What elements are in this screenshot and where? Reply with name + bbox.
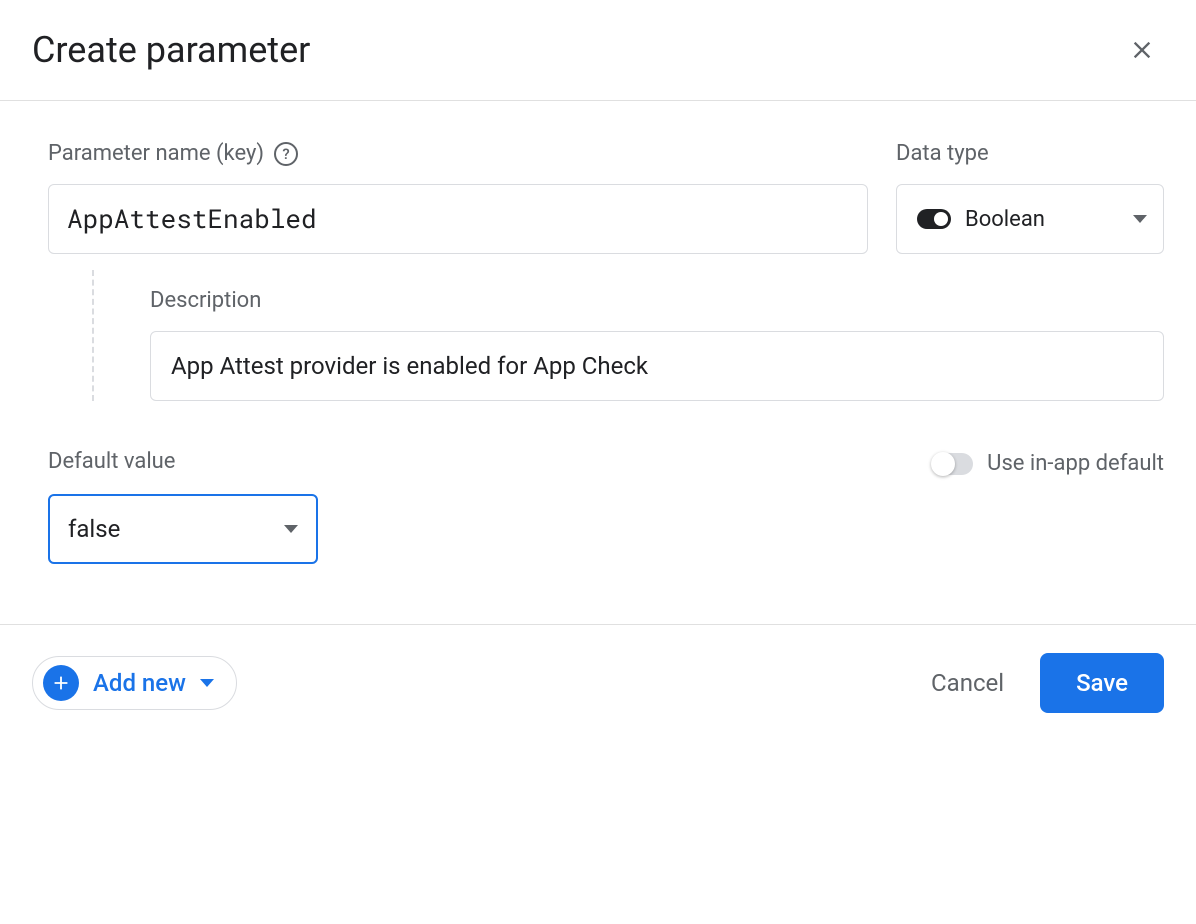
description-input[interactable] bbox=[150, 331, 1164, 401]
add-new-button[interactable]: Add new bbox=[32, 656, 237, 710]
chevron-down-icon bbox=[200, 679, 214, 687]
in-app-default-switch[interactable] bbox=[933, 453, 973, 475]
description-label: Description bbox=[150, 288, 1164, 313]
dialog-footer: Add new Cancel Save bbox=[0, 624, 1196, 741]
default-value-text: false bbox=[68, 515, 284, 543]
tree-connector bbox=[92, 270, 140, 401]
dialog-header: Create parameter bbox=[0, 0, 1196, 101]
data-type-label: Data type bbox=[896, 141, 989, 166]
save-button[interactable]: Save bbox=[1040, 653, 1164, 713]
dialog-title: Create parameter bbox=[32, 29, 310, 71]
boolean-toggle-icon bbox=[917, 209, 951, 229]
default-value-label: Default value bbox=[48, 449, 318, 474]
row-default-value: Default value false Use in-app default bbox=[48, 449, 1164, 564]
close-icon bbox=[1128, 36, 1156, 64]
parameter-name-label: Parameter name (key) bbox=[48, 141, 264, 166]
plus-icon bbox=[43, 665, 79, 701]
default-value-select[interactable]: false bbox=[48, 494, 318, 564]
help-icon[interactable]: ? bbox=[274, 142, 298, 166]
description-section: Description bbox=[48, 270, 1164, 401]
dialog-body: Parameter name (key) ? Data type Boolean bbox=[0, 101, 1196, 624]
chevron-down-icon bbox=[1133, 215, 1147, 223]
in-app-default-label: Use in-app default bbox=[987, 451, 1164, 476]
field-data-type: Data type Boolean bbox=[896, 141, 1164, 254]
data-type-select[interactable]: Boolean bbox=[896, 184, 1164, 254]
add-new-label: Add new bbox=[93, 669, 186, 697]
chevron-down-icon bbox=[284, 525, 298, 533]
close-button[interactable] bbox=[1120, 28, 1164, 72]
field-parameter-name: Parameter name (key) ? bbox=[48, 141, 868, 254]
in-app-default-toggle: Use in-app default bbox=[933, 451, 1164, 476]
parameter-name-input[interactable] bbox=[48, 184, 868, 254]
field-default-value: Default value false bbox=[48, 449, 318, 564]
field-description: Description bbox=[150, 270, 1164, 401]
row-name-type: Parameter name (key) ? Data type Boolean bbox=[48, 141, 1164, 254]
data-type-value: Boolean bbox=[965, 207, 1119, 232]
create-parameter-dialog: Create parameter Parameter name (key) ? … bbox=[0, 0, 1196, 741]
cancel-button[interactable]: Cancel bbox=[931, 669, 1004, 697]
